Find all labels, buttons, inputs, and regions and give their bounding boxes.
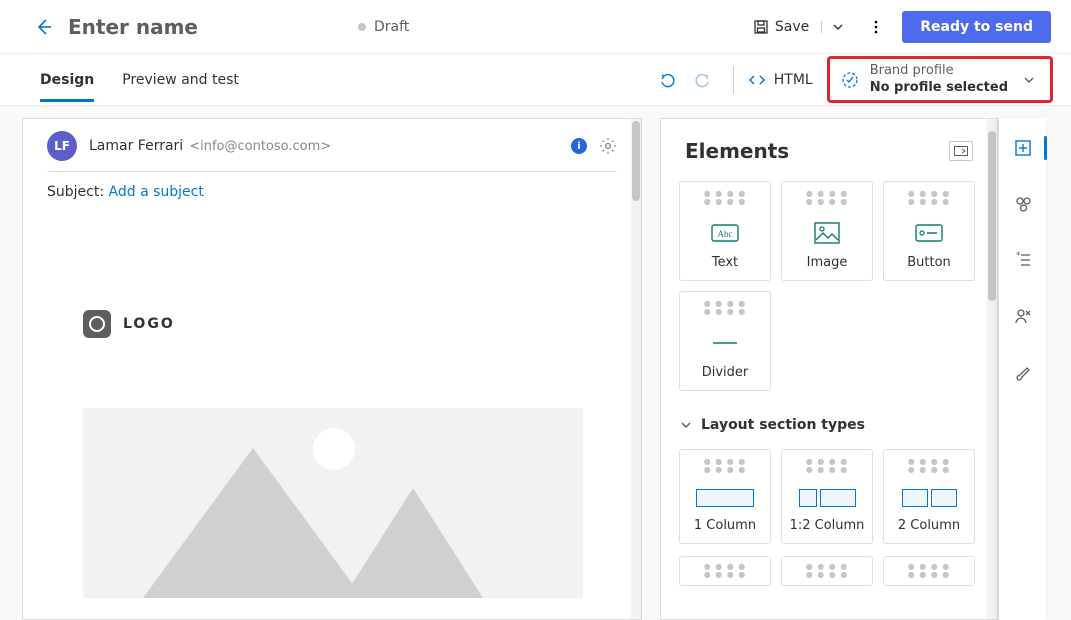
scrollbar-thumb[interactable]	[632, 121, 640, 201]
subject-link[interactable]: Add a subject	[109, 184, 204, 200]
layout-tile-label: 1:2 Column	[790, 518, 865, 533]
brand-profile-icon	[840, 70, 860, 90]
image-icon	[814, 214, 840, 251]
gear-icon[interactable]	[599, 137, 617, 155]
text-icon: Abc	[711, 214, 739, 251]
drag-handle-icon: ● ● ● ●● ● ● ●	[704, 563, 747, 579]
layout-preview-icon	[799, 482, 856, 514]
subject-row: Subject: Add a subject	[23, 172, 641, 200]
layout-section-header[interactable]: Layout section types	[661, 397, 997, 443]
scrollbar-thumb[interactable]	[988, 131, 996, 301]
save-button[interactable]: Save	[747, 15, 850, 39]
drag-handle-icon: ● ● ● ●● ● ● ●	[908, 563, 951, 579]
ready-to-send-button[interactable]: Ready to send	[902, 11, 1051, 43]
drag-handle-icon: ● ● ● ●● ● ● ●	[806, 458, 849, 474]
redo-icon[interactable]	[693, 71, 711, 89]
elements-scrollbar[interactable]	[987, 119, 997, 619]
svg-text:*: *	[1016, 251, 1021, 261]
brand-profile-dropdown[interactable]: Brand profile No profile selected	[827, 56, 1053, 103]
chevron-down-icon	[679, 418, 693, 432]
canvas-scrollbar[interactable]	[631, 119, 641, 619]
info-icon[interactable]: i	[571, 138, 587, 154]
back-icon[interactable]	[34, 17, 54, 37]
drag-handle-icon: ● ● ● ●● ● ● ●	[908, 458, 951, 474]
tab-design[interactable]: Design	[40, 58, 94, 102]
element-tile-label: Image	[807, 255, 848, 270]
from-email: <info@contoso.com>	[189, 139, 331, 154]
logo-block[interactable]: LOGO	[83, 310, 581, 338]
status-label: Draft	[374, 19, 409, 35]
brand-profile-value: No profile selected	[870, 80, 1008, 96]
button-icon	[915, 214, 943, 251]
avatar: LF	[47, 131, 77, 161]
drag-handle-icon: ● ● ● ●● ● ● ●	[704, 300, 747, 316]
tab-preview[interactable]: Preview and test	[122, 58, 239, 102]
drag-handle-icon: ● ● ● ●● ● ● ●	[806, 563, 849, 579]
element-tile-divider[interactable]: ● ● ● ●● ● ● ● Divider	[679, 291, 771, 391]
layout-tile-label: 1 Column	[694, 518, 756, 533]
canvas-column: LF Lamar Ferrari <info@contoso.com> i Su…	[0, 106, 650, 620]
image-placeholder[interactable]	[83, 408, 583, 598]
code-icon	[748, 71, 766, 89]
element-tile-image[interactable]: ● ● ● ●● ● ● ● Image	[781, 181, 873, 281]
rail-elements-icon[interactable]	[1005, 132, 1041, 164]
layout-tile-label: 2 Column	[898, 518, 960, 533]
layout-preview-icon	[902, 482, 957, 514]
divider-icon	[711, 324, 739, 361]
editor-body: LF Lamar Ferrari <info@contoso.com> i Su…	[0, 106, 1071, 620]
svg-text:Abc: Abc	[718, 229, 733, 239]
element-tile-label: Text	[712, 255, 738, 270]
undo-icon[interactable]	[659, 71, 677, 89]
layout-section-label: Layout section types	[701, 417, 865, 433]
layout-tile-partial[interactable]: ● ● ● ●● ● ● ●	[883, 556, 975, 586]
toolbar-divider	[733, 66, 734, 94]
right-rail: *	[998, 118, 1046, 620]
layout-tile-2col[interactable]: ● ● ● ●● ● ● ● 2 Column	[883, 449, 975, 544]
editor-toolbar: Design Preview and test HTML Brand profi…	[0, 54, 1071, 106]
logo-icon	[83, 310, 111, 338]
save-dropdown[interactable]	[821, 21, 844, 33]
app-header: Enter name Draft Save Ready to send	[0, 0, 1071, 54]
drag-handle-icon: ● ● ● ●● ● ● ●	[806, 190, 849, 206]
element-tile-label: Button	[907, 255, 951, 270]
drag-handle-icon: ● ● ● ●● ● ● ●	[704, 458, 747, 474]
layout-tile-1col[interactable]: ● ● ● ●● ● ● ● 1 Column	[679, 449, 771, 544]
save-label: Save	[775, 19, 809, 35]
from-row: LF Lamar Ferrari <info@contoso.com> i	[47, 131, 617, 172]
save-icon	[753, 19, 769, 35]
layout-tile-12col[interactable]: ● ● ● ●● ● ● ● 1:2 Column	[781, 449, 873, 544]
rail-personalize-icon[interactable]	[1005, 300, 1041, 332]
logo-text: LOGO	[123, 316, 175, 332]
element-tile-button[interactable]: ● ● ● ●● ● ● ● Button	[883, 181, 975, 281]
elements-title: Elements	[685, 139, 789, 163]
from-name: Lamar Ferrari	[89, 138, 183, 154]
rail-settings-icon[interactable]	[1005, 188, 1041, 220]
layout-tile-partial[interactable]: ● ● ● ●● ● ● ●	[781, 556, 873, 586]
drag-handle-icon: ● ● ● ●● ● ● ●	[704, 190, 747, 206]
subject-label: Subject:	[47, 184, 104, 200]
elements-panel: Elements ● ● ● ●● ● ● ● Abc Text ● ● ● ●…	[660, 118, 998, 620]
brand-profile-label: Brand profile	[870, 63, 1008, 79]
drag-handle-icon: ● ● ● ●● ● ● ●	[908, 190, 951, 206]
page-title[interactable]: Enter name	[68, 15, 198, 39]
rail-list-icon[interactable]: *	[1005, 244, 1041, 276]
element-tile-label: Divider	[702, 365, 749, 380]
layout-preview-icon	[696, 482, 754, 514]
expand-icon[interactable]	[949, 141, 973, 161]
html-label: HTML	[774, 72, 813, 88]
email-canvas[interactable]: LF Lamar Ferrari <info@contoso.com> i Su…	[22, 118, 642, 620]
layout-tile-partial[interactable]: ● ● ● ●● ● ● ●	[679, 556, 771, 586]
html-toggle-button[interactable]: HTML	[748, 71, 813, 89]
more-menu-icon[interactable]	[868, 19, 884, 35]
status-dot-icon	[358, 23, 366, 31]
element-tile-text[interactable]: ● ● ● ●● ● ● ● Abc Text	[679, 181, 771, 281]
chevron-down-icon	[1008, 73, 1036, 87]
rail-brush-icon[interactable]	[1005, 356, 1041, 388]
